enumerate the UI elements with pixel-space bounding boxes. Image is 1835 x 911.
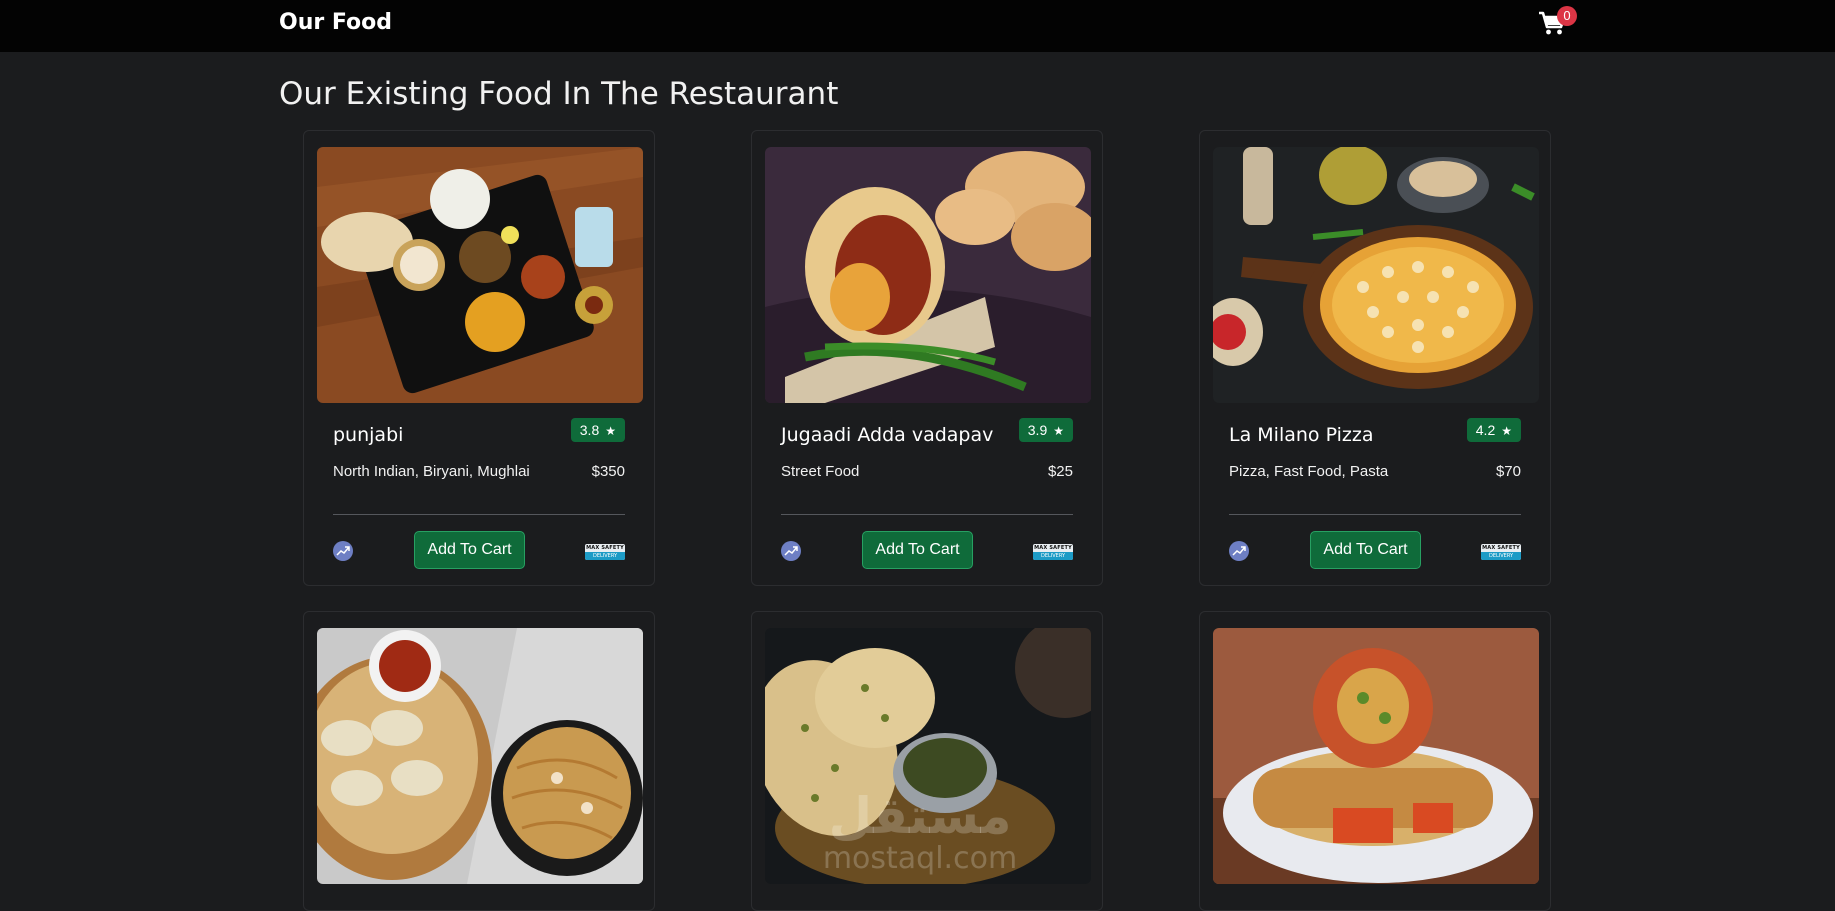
food-card: La Milano Pizza 4.2 ★ Pizza, Fast Food, P… bbox=[1199, 130, 1551, 586]
food-card bbox=[1199, 611, 1551, 911]
food-name: punjabi bbox=[333, 424, 404, 446]
safety-badge-bottom: DELIVERY bbox=[585, 552, 625, 560]
safety-badge-bottom: DELIVERY bbox=[1033, 552, 1073, 560]
safety-badge-top: MAX SAFETY bbox=[1034, 545, 1072, 551]
price-text: $350 bbox=[591, 463, 625, 480]
food-card: punjabi 3.8 ★ North Indian, Biryani, Mugh… bbox=[303, 130, 655, 586]
food-image bbox=[765, 147, 1091, 403]
safety-badge-bottom: DELIVERY bbox=[1481, 552, 1521, 560]
rating-badge: 4.2 ★ bbox=[1466, 418, 1521, 442]
rating-badge: 3.8 ★ bbox=[570, 418, 625, 442]
cuisine-text: Street Food bbox=[781, 463, 860, 480]
cart-count-badge: 0 bbox=[1557, 6, 1577, 26]
star-icon: ★ bbox=[1501, 424, 1512, 438]
rating-value: 3.9 bbox=[1027, 422, 1048, 438]
food-name: La Milano Pizza bbox=[1229, 424, 1374, 446]
food-image bbox=[1213, 628, 1539, 884]
trending-icon bbox=[781, 541, 801, 561]
trending-icon bbox=[1229, 541, 1249, 561]
trending-icon bbox=[333, 541, 353, 561]
max-safety-delivery-badge: MAX SAFETY DELIVERY bbox=[1033, 544, 1073, 560]
food-image bbox=[1213, 147, 1539, 403]
cuisine-text: North Indian, Biryani, Mughlai bbox=[333, 463, 530, 480]
add-to-cart-button[interactable]: Add To Cart bbox=[414, 531, 525, 569]
safety-badge-top: MAX SAFETY bbox=[586, 545, 624, 551]
divider bbox=[781, 514, 1073, 515]
star-icon: ★ bbox=[1053, 424, 1064, 438]
price-text: $25 bbox=[1047, 463, 1073, 480]
cart-button[interactable]: 0 bbox=[1536, 6, 1577, 40]
star-icon: ★ bbox=[605, 424, 616, 438]
max-safety-delivery-badge: MAX SAFETY DELIVERY bbox=[585, 544, 625, 560]
page-title: Our Existing Food In The Restaurant bbox=[279, 76, 839, 112]
navbar: Our Food 0 bbox=[0, 0, 1835, 52]
food-image bbox=[317, 628, 643, 884]
food-image bbox=[765, 628, 1091, 884]
add-to-cart-button[interactable]: Add To Cart bbox=[1310, 531, 1421, 569]
add-to-cart-button[interactable]: Add To Cart bbox=[862, 531, 973, 569]
food-image bbox=[317, 147, 643, 403]
food-card bbox=[751, 611, 1103, 911]
price-text: $70 bbox=[1495, 463, 1521, 480]
max-safety-delivery-badge: MAX SAFETY DELIVERY bbox=[1481, 544, 1521, 560]
rating-value: 3.8 bbox=[579, 422, 600, 438]
divider bbox=[1229, 514, 1521, 515]
food-card: Jugaadi Adda vadapav 3.9 ★ Street Food $2… bbox=[751, 130, 1103, 586]
cuisine-text: Pizza, Fast Food, Pasta bbox=[1229, 463, 1389, 480]
safety-badge-top: MAX SAFETY bbox=[1482, 545, 1520, 551]
food-card bbox=[303, 611, 655, 911]
brand-logo[interactable]: Our Food bbox=[279, 10, 392, 35]
food-name: Jugaadi Adda vadapav bbox=[781, 424, 994, 446]
divider bbox=[333, 514, 625, 515]
rating-value: 4.2 bbox=[1475, 422, 1496, 438]
rating-badge: 3.9 ★ bbox=[1018, 418, 1073, 442]
